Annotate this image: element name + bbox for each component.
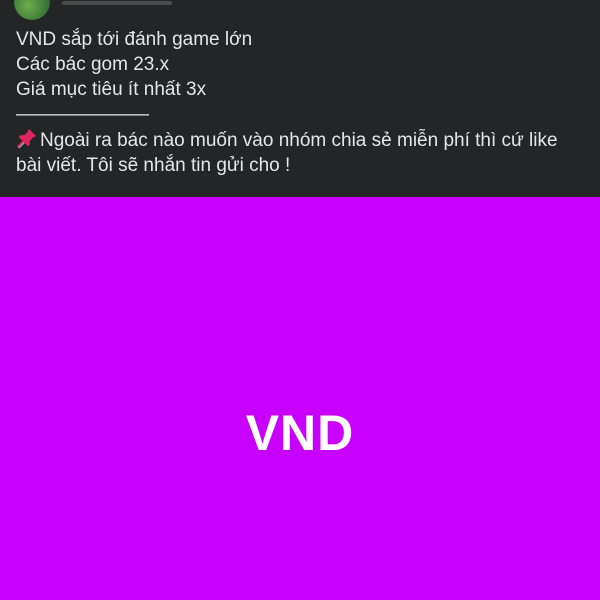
pushpin-icon [16, 128, 37, 149]
post-divider-line: ——————— [16, 104, 149, 125]
post-line-3: Giá mục tiêu ít nhất 3x [16, 79, 207, 100]
post-line-1: VND sắp tới đánh game lớn [16, 29, 253, 50]
meta-placeholder [62, 0, 172, 5]
post-meta [62, 0, 172, 6]
post-card: VND sắp tới đánh game lớn Các bác gom 23… [0, 0, 600, 600]
image-label: VND [245, 405, 355, 461]
post-image[interactable]: VND [0, 197, 600, 600]
post-line-2: Các bác gom 23.x [16, 54, 170, 75]
author-avatar[interactable] [14, 0, 50, 20]
post-note: Ngoài ra bác nào muốn vào nhóm chia sẻ m… [16, 127, 588, 178]
post-text: VND sắp tới đánh game lớn Các bác gom 23… [16, 27, 588, 178]
post-header [0, 0, 600, 24]
post-note-text: Ngoài ra bác nào muốn vào nhóm chia sẻ m… [16, 130, 558, 176]
